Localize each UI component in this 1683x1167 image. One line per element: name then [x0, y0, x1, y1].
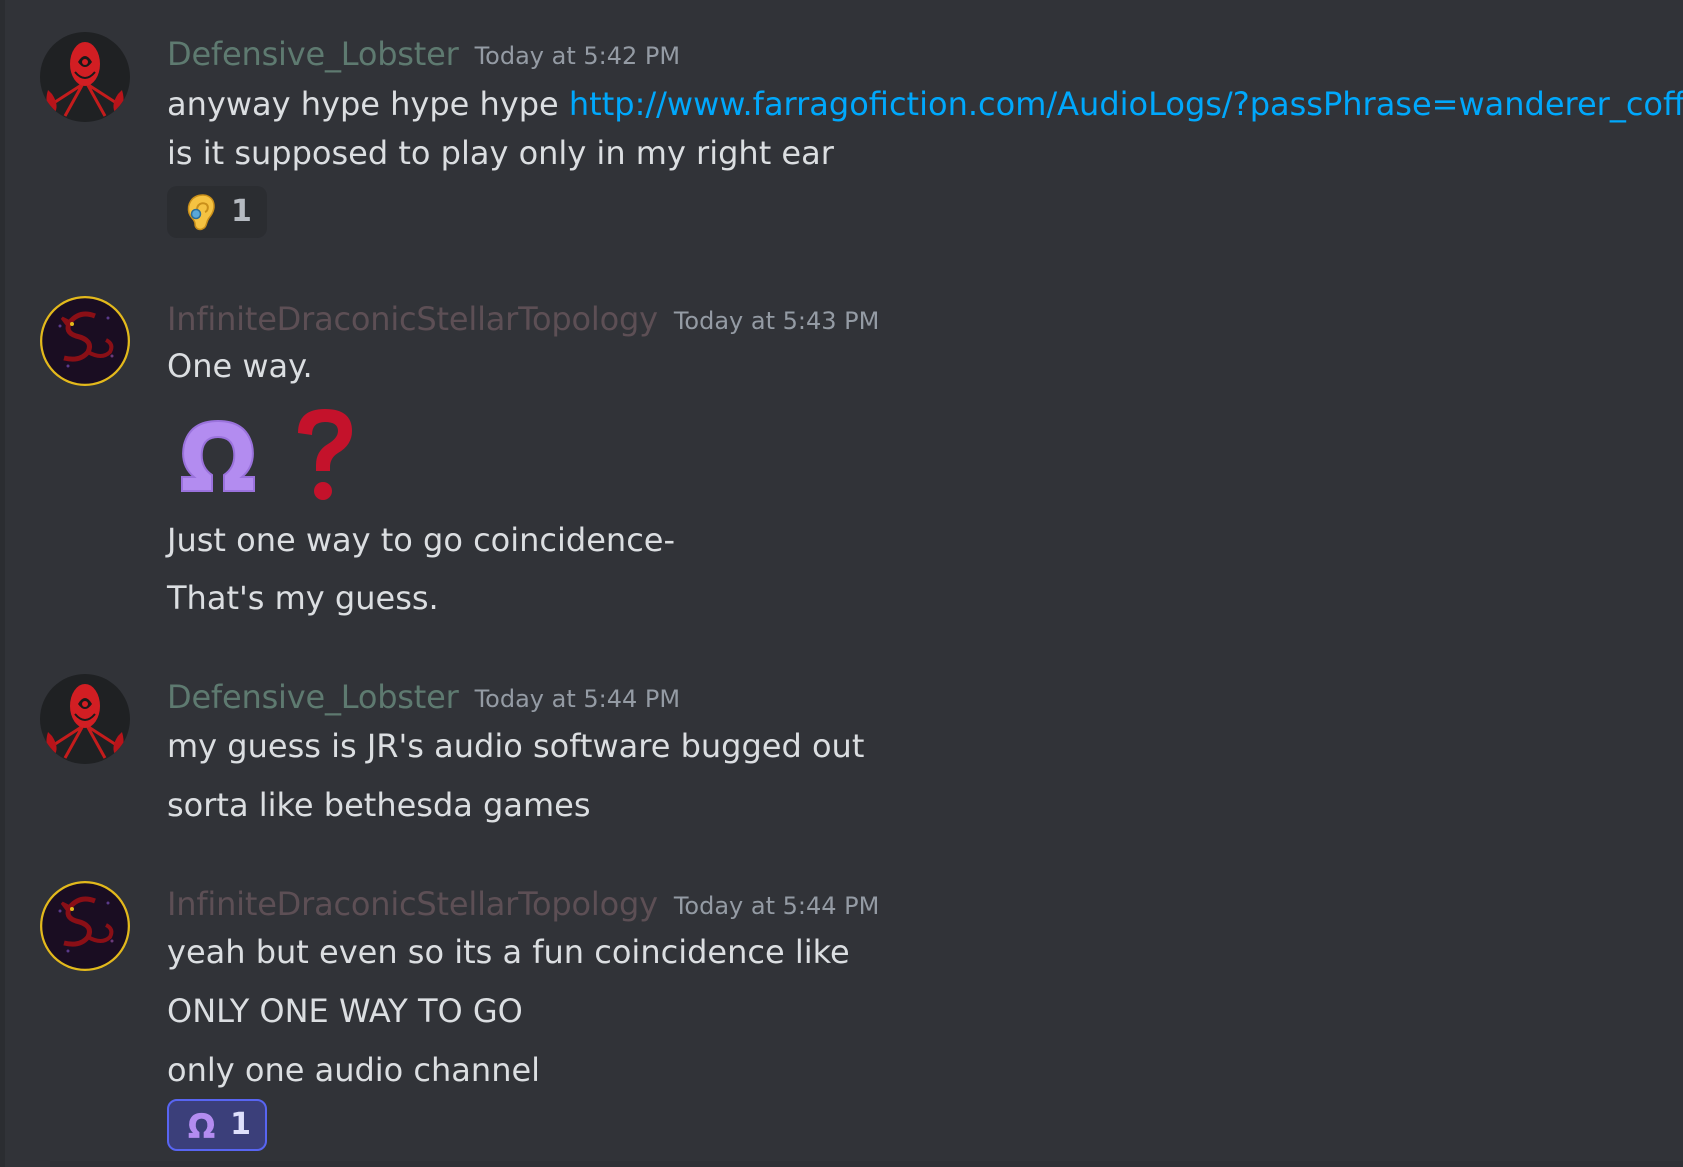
avatar[interactable]	[40, 32, 130, 122]
message-header: InfiniteDraconicStellarTopology Today at …	[167, 297, 879, 341]
username[interactable]: InfiniteDraconicStellarTopology	[167, 885, 658, 923]
omega-icon[interactable]	[172, 413, 264, 497]
ear-icon	[187, 194, 215, 231]
message-text: is it supposed to play only in my right …	[167, 134, 834, 172]
username[interactable]: Defensive_Lobster	[167, 678, 459, 716]
message-text: Just one way to go coincidence-	[167, 521, 676, 559]
message-text: only one audio channel	[167, 1051, 541, 1089]
timestamp[interactable]: Today at 5:43 PM	[674, 307, 880, 335]
lobster-avatar-icon	[40, 32, 130, 122]
lobster-avatar-icon	[40, 674, 130, 764]
message-text-content: anyway hype hype hype	[167, 85, 569, 123]
message-header: Defensive_Lobster Today at 5:44 PM	[167, 675, 680, 719]
reaction-button[interactable]: 1	[167, 186, 267, 238]
reaction-button[interactable]: 1	[167, 1099, 267, 1151]
omega-icon	[188, 1112, 215, 1138]
red-question-mark-icon[interactable]	[290, 405, 360, 505]
message-text: That's my guess.	[167, 579, 439, 617]
message-text: my guess is JR's audio software bugged o…	[167, 727, 865, 765]
message-header: InfiniteDraconicStellarTopology Today at …	[167, 882, 879, 926]
message-text: anyway hype hype hype http://www.farrago…	[167, 82, 1683, 126]
message-link[interactable]: http://www.farragofiction.com/AudioLogs/…	[569, 85, 1683, 123]
sidebar-edge	[0, 0, 5, 1167]
timestamp[interactable]: Today at 5:44 PM	[475, 685, 681, 713]
message-text: yeah but even so its a fun coincidence l…	[167, 933, 850, 971]
dragon-avatar-icon	[40, 881, 130, 971]
scroll-edge	[50, 1161, 1683, 1167]
avatar[interactable]	[40, 881, 130, 971]
reaction-count: 1	[231, 194, 252, 229]
avatar[interactable]	[40, 674, 130, 764]
avatar[interactable]	[40, 296, 130, 386]
message-text: One way.	[167, 347, 313, 385]
message-text: ONLY ONE WAY TO GO	[167, 992, 523, 1030]
message-header: Defensive_Lobster Today at 5:42 PM	[167, 32, 680, 76]
dragon-avatar-icon	[40, 296, 130, 386]
emoji-row	[172, 405, 360, 505]
username[interactable]: Defensive_Lobster	[167, 35, 459, 73]
timestamp[interactable]: Today at 5:42 PM	[475, 42, 681, 70]
timestamp[interactable]: Today at 5:44 PM	[674, 892, 880, 920]
reaction-count: 1	[230, 1107, 251, 1142]
message-text: sorta like bethesda games	[167, 786, 591, 824]
username[interactable]: InfiniteDraconicStellarTopology	[167, 300, 658, 338]
